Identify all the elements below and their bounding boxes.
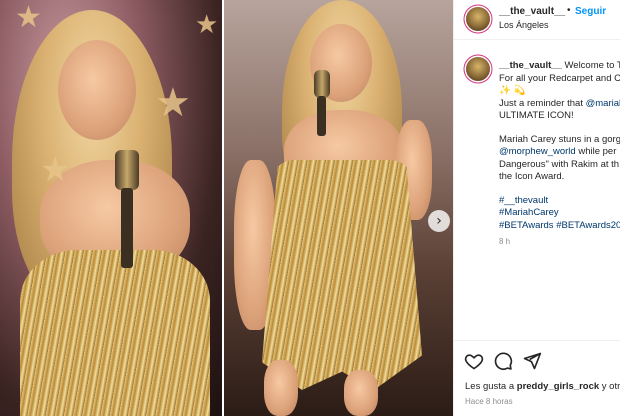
hashtag-link[interactable]: #BETAwards202	[556, 220, 620, 231]
post-timestamp: Hace 8 horas	[465, 397, 513, 406]
gold-dress-shape	[262, 160, 422, 390]
caption-timestamp: 8 h	[499, 237, 511, 246]
comment-icon[interactable]	[493, 351, 513, 371]
microphone-handle	[317, 96, 326, 136]
hashtag-link[interactable]: #__thevault	[499, 195, 620, 208]
likes-summary: Les gusta a preddy_girls_rock y otra	[465, 381, 620, 392]
post-caption: __the_vault__ Welcome to T For all your …	[499, 60, 620, 249]
microphone-shape	[115, 150, 139, 190]
microphone-handle	[121, 188, 133, 268]
avatar[interactable]	[466, 7, 490, 31]
hashtag-link[interactable]: #BETAwards	[499, 220, 554, 231]
star-decoration: ★	[40, 150, 71, 190]
post-image[interactable]: ★ ★ ★ ★ ›	[0, 0, 453, 416]
next-image-button[interactable]: ›	[428, 210, 450, 232]
caption-text: Welcome to T	[564, 60, 620, 71]
microphone-shape	[314, 70, 330, 98]
avatar[interactable]	[466, 57, 490, 81]
post-sidebar: __the_vault__ • Seguir Los Ángeles __the…	[453, 0, 620, 416]
username-link[interactable]: __the_vault__	[499, 6, 565, 17]
star-decoration: ★	[155, 80, 191, 126]
caption-text: For all your Redcarpet and C	[499, 72, 620, 84]
right-photo-panel	[224, 0, 453, 416]
likes-prefix: Les gusta a	[465, 381, 515, 392]
mention-link[interactable]: @morphew_world	[499, 146, 576, 157]
separator-dot: •	[567, 5, 571, 16]
location-link[interactable]: Los Ángeles	[499, 20, 549, 30]
star-decoration: ★	[195, 10, 219, 40]
chevron-right-icon: ›	[436, 213, 442, 229]
mention-link[interactable]: @mariah	[586, 98, 620, 109]
leg-shape	[264, 360, 298, 416]
follow-button[interactable]: Seguir	[575, 6, 606, 17]
caption-text: while per	[578, 146, 617, 157]
caption-emoji: ✨ 💫	[499, 85, 526, 96]
share-icon[interactable]	[522, 351, 542, 371]
face-shape	[58, 40, 136, 140]
leg-shape	[344, 370, 378, 416]
hashtag-link[interactable]: #MariahCarey	[499, 207, 620, 220]
caption-text: Mariah Carey stuns in a gorg	[499, 133, 620, 145]
post-actions: Les gusta a preddy_girls_rock y otra Hac…	[454, 340, 620, 416]
gold-dress-shape	[20, 250, 210, 416]
caption-text: Dangerous" with Rakim at th	[499, 158, 620, 170]
post-header: __the_vault__ • Seguir Los Ángeles	[454, 0, 620, 40]
star-decoration: ★	[15, 0, 42, 35]
caption-text: ULTIMATE ICON!	[499, 110, 574, 121]
caption-text: the Icon Award.	[499, 171, 565, 182]
caption-username[interactable]: __the_vault__	[499, 60, 562, 71]
likes-suffix[interactable]: y otra	[602, 381, 620, 392]
left-photo-panel: ★ ★ ★ ★	[0, 0, 222, 416]
liked-by-user-link[interactable]: preddy_girls_rock	[517, 381, 599, 392]
caption-text: Just a reminder that	[499, 97, 583, 109]
heart-icon[interactable]	[464, 351, 484, 371]
